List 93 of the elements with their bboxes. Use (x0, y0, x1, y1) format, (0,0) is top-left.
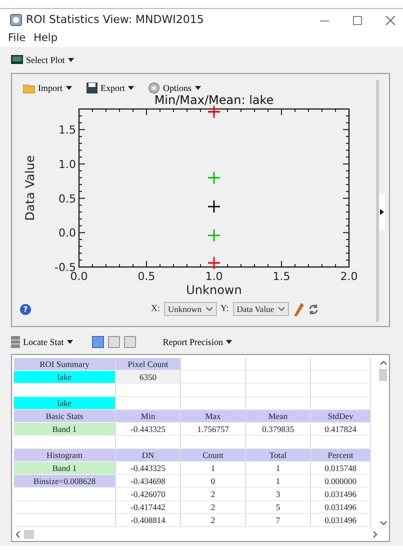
select-plot-button[interactable]: Select Plot (8, 55, 77, 65)
scrollbar-thumb[interactable] (24, 530, 34, 538)
table-cell: Binsize=0.008628 (14, 475, 116, 488)
table-cell: 7 (246, 514, 311, 527)
table-icon (11, 336, 20, 348)
caret-icon (66, 340, 73, 344)
toolbar-button[interactable]: Options (145, 82, 204, 94)
pencil-icon[interactable] (293, 302, 304, 316)
tick-label: 0.0 (58, 226, 76, 240)
table-cell: 5 (246, 501, 311, 514)
dropdown[interactable]: Unknown (164, 302, 217, 316)
locate-stat-button[interactable]: Locate Stat (8, 336, 76, 348)
table-cell: DN (116, 449, 181, 462)
monitor-icon (11, 55, 23, 65)
tick-label: 0.5 (58, 192, 76, 206)
table-cell: 1 (246, 475, 311, 488)
chevron-icon (206, 307, 213, 311)
table-cell: -0.426070 (116, 488, 181, 501)
table-cell: 0.031496 (311, 514, 371, 527)
field-label: Y: (220, 302, 229, 316)
table-cell: -0.434698 (116, 475, 181, 488)
view-toggle[interactable] (124, 336, 136, 348)
menu-item[interactable]: File (8, 31, 26, 47)
tick-label: 0.0 (70, 270, 88, 283)
refresh-icon[interactable] (308, 304, 320, 314)
scroll-down-icon[interactable] (380, 521, 386, 525)
toolbar-button[interactable]: Import (20, 82, 74, 94)
table-cell: lake (14, 371, 116, 384)
table-cell: 0.417824 (311, 423, 371, 436)
table-cell: 0.031496 (311, 488, 371, 501)
table-cell: Band 1 (14, 423, 116, 436)
table-cell: ROI Summary (14, 358, 116, 371)
table-cell: Min (116, 410, 181, 423)
table-cell: StdDev (311, 410, 371, 423)
table-cell: Total (246, 449, 311, 462)
axis-title: Unknown (186, 283, 242, 297)
scroll-right-icon[interactable] (373, 530, 377, 538)
caret-icon (226, 340, 232, 344)
view-toggle[interactable] (92, 336, 104, 348)
scroll-left-icon[interactable] (16, 530, 20, 538)
table-cell: lake (14, 397, 116, 410)
tick-label: 1.5 (58, 124, 76, 137)
table-cell: Histogram (14, 449, 116, 462)
table-cell: Percent (311, 449, 371, 462)
dropdown[interactable]: Data Value (232, 302, 290, 316)
chart-title: Min/Max/Mean: lake (154, 95, 274, 107)
field-label: X: (151, 302, 160, 316)
table-cell: -0.417442 (116, 501, 181, 514)
help-button[interactable]: ? (20, 304, 31, 314)
tick-label: 1.5 (272, 270, 290, 283)
table-cell: -0.443325 (116, 423, 181, 436)
tick-label: 1.0 (205, 270, 223, 283)
table-cell: -0.408814 (116, 514, 181, 527)
tick-label: 0.5 (138, 270, 156, 283)
view-toggle[interactable] (108, 336, 120, 348)
table-cell: 2 (181, 488, 246, 501)
close-icon[interactable] (386, 16, 395, 24)
toolbar-button[interactable]: Export (82, 82, 137, 94)
table-cell: Band 1 (14, 462, 116, 475)
table-cell: 3 (246, 488, 311, 501)
table-cell: 0.000000 (311, 475, 371, 488)
caret-icon (194, 86, 201, 90)
table-cell: 0.015748 (311, 462, 371, 475)
table-cell: 2 (181, 501, 246, 514)
window-title: ROI Statistics View: MNDWI2015 (26, 12, 204, 28)
scroll-up-icon[interactable] (380, 361, 386, 365)
caret-icon (66, 86, 72, 90)
table-cell: 1 (246, 462, 311, 475)
caret-icon (128, 86, 134, 90)
app-icon (10, 14, 22, 26)
table-cell: 0.379835 (246, 423, 311, 436)
tick-label: 2.0 (340, 270, 358, 283)
chevron-icon (278, 307, 286, 311)
table-cell: Max (181, 410, 246, 423)
table-cell: 1 (181, 462, 246, 475)
table-cell: 0 (181, 475, 246, 488)
caret-icon (68, 58, 74, 62)
table-cell: 6350 (116, 371, 181, 384)
table-cell: -0.443325 (116, 462, 181, 475)
table-cell: Count (181, 449, 246, 462)
menu-item[interactable]: Help (34, 31, 58, 47)
table-cell: 0.031496 (311, 501, 371, 514)
table-cell: Basic Stats (14, 410, 116, 423)
tick-label: 1.0 (58, 158, 76, 171)
report-precision-button[interactable]: Report Precision (160, 338, 235, 346)
table-cell: 2 (181, 514, 246, 527)
table-cell: Mean (246, 410, 311, 423)
scrollbar-thumb[interactable] (379, 369, 387, 381)
folder-icon (23, 82, 35, 94)
table-cell: 1.756757 (181, 423, 246, 436)
axis-title: Data Value (23, 155, 37, 221)
table-cell: Pixel Count (116, 358, 181, 371)
maximize-icon[interactable] (353, 16, 362, 24)
